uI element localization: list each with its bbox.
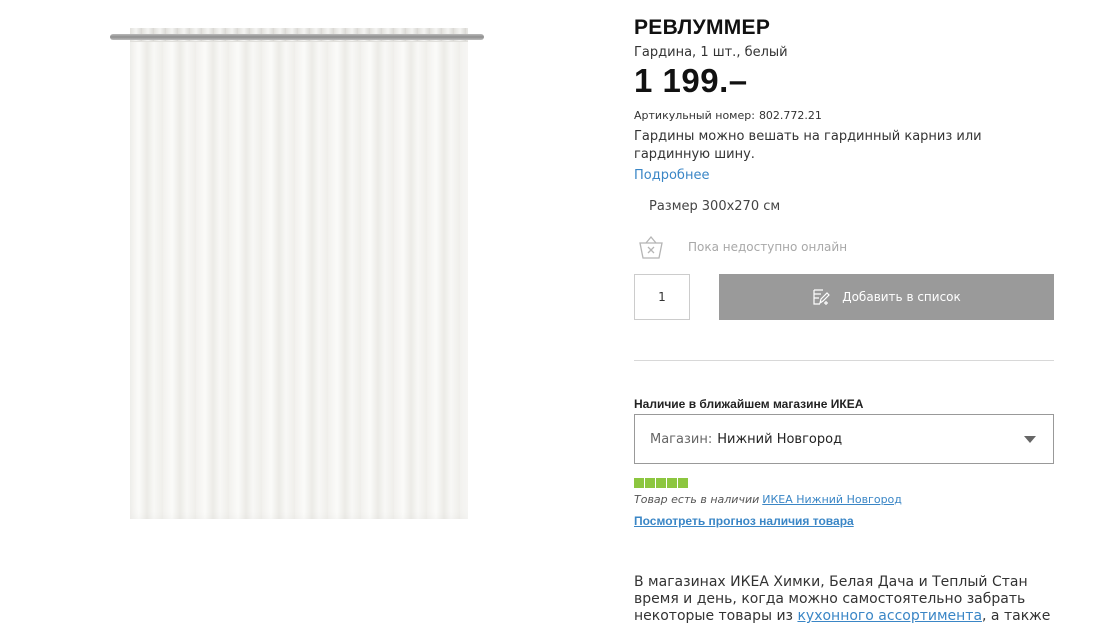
stock-level-segment bbox=[667, 478, 677, 488]
basket-unavailable-icon bbox=[639, 235, 663, 259]
product-summary: Гардины можно вешать на гардинный карниз… bbox=[634, 129, 982, 162]
curtain-fabric bbox=[130, 30, 468, 519]
promo-line-1: В магазинах ИКЕА Химки, Белая Дача и Теп… bbox=[634, 574, 1028, 590]
store-link[interactable]: ИКЕА Нижний Новгород bbox=[762, 493, 902, 506]
product-info: РЕВЛУММЕР Гардина, 1 шт., белый 1 199.– … bbox=[634, 16, 1054, 183]
add-to-list-label: Добавить в список bbox=[842, 290, 961, 304]
divider bbox=[634, 360, 1054, 361]
store-select-label: Магазин: bbox=[650, 431, 713, 447]
store-select[interactable]: Магазин: Нижний Новгород bbox=[634, 414, 1054, 464]
article-number: 802.772.21 bbox=[758, 109, 822, 122]
stock-level-segment bbox=[634, 478, 644, 488]
article-number-line: Артикульный номер: 802.772.21 bbox=[634, 109, 1054, 122]
product-name: РЕВЛУММЕР bbox=[634, 16, 771, 39]
product-description: Гардина, 1 шт., белый bbox=[634, 45, 788, 60]
more-details-link[interactable]: Подробнее bbox=[634, 168, 709, 183]
size-label: Размер bbox=[649, 199, 698, 214]
curtain-rod bbox=[110, 34, 484, 40]
promo-line-3: некоторые товары из кухонного ассортимен… bbox=[634, 608, 1054, 624]
promo-line-2: время и день, когда можно самостоятельно… bbox=[634, 591, 1026, 607]
chevron-down-icon bbox=[1024, 436, 1036, 443]
size-info: Размер 300x270 см bbox=[649, 199, 780, 214]
promo-line-3-start: некоторые товары из bbox=[634, 608, 793, 624]
product-price: 1 199.– bbox=[634, 62, 748, 99]
stock-level-indicator bbox=[634, 478, 689, 488]
stock-status-text: Товар есть в наличии bbox=[634, 493, 760, 506]
store-availability-heading: Наличие в ближайшем магазине ИКЕА bbox=[634, 397, 864, 411]
stock-forecast-link[interactable]: Посмотреть прогноз наличия товара bbox=[634, 514, 854, 528]
online-availability: Пока недоступно онлайн bbox=[637, 233, 847, 261]
add-to-list-button[interactable]: Добавить в список bbox=[719, 274, 1054, 320]
promo-text: В магазинах ИКЕА Химки, Белая Дача и Теп… bbox=[634, 574, 1054, 624]
stock-level-segment bbox=[678, 478, 688, 488]
kitchen-assortment-link[interactable]: кухонного ассортимента bbox=[797, 608, 982, 624]
article-label: Артикульный номер: bbox=[634, 109, 755, 122]
size-value: 300x270 см bbox=[701, 199, 781, 214]
edit-list-icon bbox=[813, 289, 831, 305]
product-image[interactable] bbox=[108, 24, 486, 524]
stock-level-segment bbox=[645, 478, 655, 488]
online-unavailable-text: Пока недоступно онлайн bbox=[688, 240, 848, 254]
quantity-input[interactable]: 1 bbox=[634, 274, 690, 320]
stock-status: Товар есть в наличии ИКЕА Нижний Новгород bbox=[634, 493, 902, 506]
store-select-value: Нижний Новгород bbox=[717, 431, 843, 447]
stock-level-segment bbox=[656, 478, 666, 488]
promo-line-3-end: , а также bbox=[982, 608, 1051, 624]
